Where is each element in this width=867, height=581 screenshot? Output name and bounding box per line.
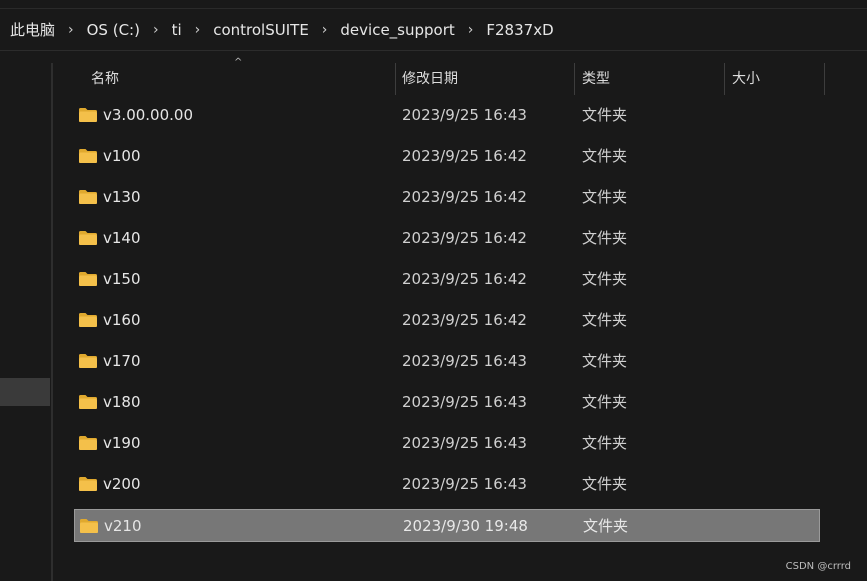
file-modified-date: 2023/9/25 16:42	[402, 229, 527, 247]
file-name: v190	[103, 434, 141, 452]
file-name: v210	[104, 517, 142, 535]
file-type: 文件夹	[583, 517, 629, 535]
breadcrumb[interactable]: 此电脑 › OS (C:) › ti › controlSUITE › device_suppo…	[0, 8, 867, 50]
file-modified-date: 2023/9/30 19:48	[403, 517, 528, 535]
file-row[interactable]: v200 2023/9/25 16:43 文件夹	[74, 468, 820, 501]
chevron-right-icon[interactable]: ›	[195, 22, 201, 38]
file-name: v150	[103, 270, 141, 288]
file-row[interactable]: v3.00.00.00 2023/9/25 16:43 文件夹	[74, 99, 820, 132]
column-header: ^ 名称 修改日期 类型 大小	[74, 57, 834, 95]
folder-icon	[78, 107, 98, 123]
nav-pane-divider[interactable]	[51, 63, 53, 581]
file-modified-date: 2023/9/25 16:43	[402, 475, 527, 493]
file-row[interactable]: v160 2023/9/25 16:42 文件夹	[74, 304, 820, 337]
folder-icon	[78, 271, 98, 287]
file-row[interactable]: v170 2023/9/25 16:43 文件夹	[74, 345, 820, 378]
file-type: 文件夹	[582, 434, 628, 452]
file-name: v130	[103, 188, 141, 206]
file-modified-date: 2023/9/25 16:42	[402, 188, 527, 206]
file-explorer-content: ^ 名称 修改日期 类型 大小 v3.00.00.00 2023/9/25 16:…	[0, 51, 867, 581]
file-name: v180	[103, 393, 141, 411]
watermark: CSDN @crrrd	[785, 561, 851, 572]
file-modified-date: 2023/9/25 16:43	[402, 106, 527, 124]
column-header-date[interactable]: 修改日期	[402, 61, 458, 95]
folder-icon	[78, 353, 98, 369]
file-name: v170	[103, 352, 141, 370]
breadcrumb-item[interactable]: controlSUITE	[213, 21, 309, 39]
column-header-type[interactable]: 类型	[582, 61, 610, 95]
file-type: 文件夹	[582, 311, 628, 329]
folder-icon	[78, 394, 98, 410]
column-divider[interactable]	[395, 63, 396, 95]
folder-icon	[78, 148, 98, 164]
file-type: 文件夹	[582, 147, 628, 165]
folder-icon	[78, 435, 98, 451]
file-name: v3.00.00.00	[103, 106, 193, 124]
folder-icon	[78, 312, 98, 328]
file-type: 文件夹	[582, 229, 628, 247]
breadcrumb-item[interactable]: 此电脑	[10, 19, 55, 40]
folder-icon	[78, 189, 98, 205]
file-type: 文件夹	[582, 106, 628, 124]
folder-icon	[78, 230, 98, 246]
file-name: v140	[103, 229, 141, 247]
column-divider[interactable]	[824, 63, 825, 95]
folder-icon	[79, 518, 99, 534]
file-modified-date: 2023/9/25 16:42	[402, 311, 527, 329]
file-type: 文件夹	[582, 188, 628, 206]
file-type: 文件夹	[582, 352, 628, 370]
chevron-right-icon[interactable]: ›	[68, 22, 74, 38]
title-strip	[0, 0, 867, 8]
file-modified-date: 2023/9/25 16:42	[402, 147, 527, 165]
file-row[interactable]: v130 2023/9/25 16:42 文件夹	[74, 181, 820, 214]
file-row[interactable]: v150 2023/9/25 16:42 文件夹	[74, 263, 820, 296]
file-type: 文件夹	[582, 393, 628, 411]
file-modified-date: 2023/9/25 16:43	[402, 352, 527, 370]
file-name: v100	[103, 147, 141, 165]
navigation-pane[interactable]	[0, 51, 52, 581]
breadcrumb-item[interactable]: device_support	[340, 21, 454, 39]
breadcrumb-item[interactable]: F2837xD	[486, 21, 553, 39]
breadcrumb-item[interactable]: OS (C:)	[87, 21, 140, 39]
file-row[interactable]: v140 2023/9/25 16:42 文件夹	[74, 222, 820, 255]
sort-ascending-icon: ^	[234, 57, 243, 68]
file-name: v200	[103, 475, 141, 493]
file-row[interactable]: v210 2023/9/30 19:48 文件夹	[74, 509, 820, 542]
chevron-right-icon[interactable]: ›	[468, 22, 474, 38]
chevron-right-icon[interactable]: ›	[322, 22, 328, 38]
file-modified-date: 2023/9/25 16:43	[402, 393, 527, 411]
column-header-name[interactable]: 名称	[91, 61, 119, 95]
file-name: v160	[103, 311, 141, 329]
nav-selected-item[interactable]	[0, 378, 50, 406]
breadcrumb-item[interactable]: ti	[172, 21, 182, 39]
file-modified-date: 2023/9/25 16:42	[402, 270, 527, 288]
folder-icon	[78, 476, 98, 492]
chevron-right-icon[interactable]: ›	[153, 22, 159, 38]
file-type: 文件夹	[582, 270, 628, 288]
column-divider[interactable]	[574, 63, 575, 95]
file-row[interactable]: v100 2023/9/25 16:42 文件夹	[74, 140, 820, 173]
column-divider[interactable]	[724, 63, 725, 95]
file-modified-date: 2023/9/25 16:43	[402, 434, 527, 452]
file-type: 文件夹	[582, 475, 628, 493]
column-header-size[interactable]: 大小	[732, 61, 760, 95]
file-row[interactable]: v180 2023/9/25 16:43 文件夹	[74, 386, 820, 419]
file-row[interactable]: v190 2023/9/25 16:43 文件夹	[74, 427, 820, 460]
